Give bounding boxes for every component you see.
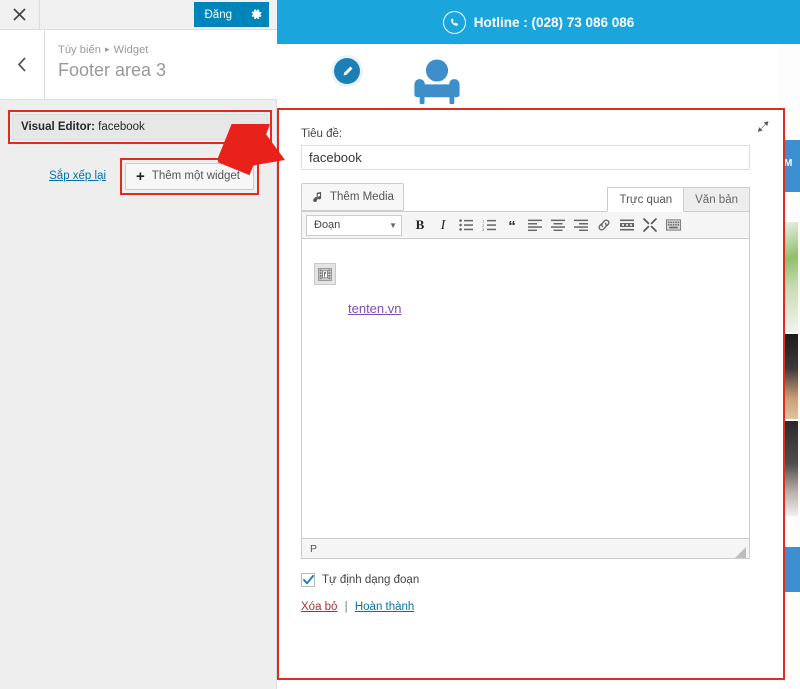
pencil-edit-icon[interactable]	[334, 58, 360, 84]
fullscreen-icon[interactable]	[639, 214, 661, 236]
add-media-label: Thêm Media	[330, 191, 394, 203]
numbered-list-icon[interactable]: 1 2 3	[478, 214, 500, 236]
breadcrumb-separator: ▸	[105, 44, 110, 54]
grip-glyph	[735, 547, 746, 558]
tab-visual[interactable]: Trực quan	[607, 187, 685, 212]
page-title: Footer area 3	[58, 60, 167, 80]
phone-icon	[442, 10, 466, 34]
read-more-icon[interactable]	[616, 214, 638, 236]
autoformat-checkbox[interactable]	[301, 573, 315, 587]
resize-handle-icon[interactable]	[753, 118, 773, 138]
resize-glyph	[757, 121, 769, 132]
tab-text[interactable]: Văn bản	[684, 187, 750, 212]
back-button[interactable]	[0, 30, 45, 99]
gear-icon[interactable]	[244, 2, 269, 27]
widget-name-label: facebook	[98, 121, 145, 133]
editor-toolbar: Đoạn ▼ B I 1 2 3 “	[301, 211, 750, 239]
customizer-sidebar: Đăng Tùy biến ▸ Widget Footer area 3 Vis…	[0, 0, 277, 689]
embed-glyph	[318, 267, 332, 281]
hotline-text: Hotline : (028) 73 086 086	[473, 14, 635, 30]
publish-button[interactable]: Đăng	[193, 2, 244, 27]
ul-glyph	[459, 219, 473, 231]
content-link[interactable]: tenten.vn	[348, 301, 402, 316]
bullet-list-icon[interactable]	[455, 214, 477, 236]
breadcrumb: Tùy biến ▸ Widget	[58, 44, 166, 56]
pencil-glyph	[343, 65, 353, 75]
armchair-logo-icon	[407, 58, 467, 113]
link-separator: |	[344, 601, 348, 613]
check-icon	[302, 575, 314, 585]
editor-wrap: Thêm Media Trực quan Văn bản Đoạn ▼ B I	[301, 183, 750, 613]
ol-glyph: 1 2 3	[482, 219, 496, 231]
chevron-left-small-icon[interactable]: ◂	[253, 122, 267, 133]
blockquote-icon[interactable]: “	[501, 212, 523, 238]
kb-glyph	[665, 219, 681, 231]
phone-glyph	[450, 17, 458, 26]
panel-header: Tùy biến ▸ Widget Footer area 3	[0, 30, 277, 100]
close-glyph	[13, 8, 26, 21]
autoformat-label: Tự định dạng đoạn	[322, 574, 420, 586]
publish-group: Đăng	[193, 2, 269, 27]
breadcrumb-root[interactable]: Tùy biến	[58, 44, 101, 56]
editor-content-area[interactable]: tenten.vn	[301, 239, 750, 539]
svg-text:3: 3	[482, 227, 485, 231]
element-path: P	[310, 542, 318, 555]
armchair-glyph	[414, 59, 460, 105]
align-left-icon[interactable]	[524, 214, 546, 236]
ar-glyph	[574, 219, 588, 231]
format-select-value: Đoạn	[314, 219, 341, 231]
widget-actions: Sắp xếp lại + Thêm một widget	[0, 157, 277, 195]
add-media-button[interactable]: Thêm Media	[301, 183, 404, 211]
ac-glyph	[551, 219, 565, 231]
insert-link-icon[interactable]	[593, 214, 615, 236]
widget-item-visual-editor[interactable]: Visual Editor: facebook ◂	[12, 114, 268, 140]
media-row: Thêm Media Trực quan Văn bản	[301, 183, 750, 212]
reorder-link[interactable]: Sắp xếp lại	[49, 170, 106, 182]
align-center-icon[interactable]	[547, 214, 569, 236]
gear-glyph	[251, 9, 262, 20]
widget-row-highlight: Visual Editor: facebook ◂	[8, 110, 272, 144]
toolbar-toggle-icon[interactable]	[662, 214, 684, 236]
al-glyph	[528, 219, 542, 231]
widget-type-label: Visual Editor:	[21, 121, 95, 133]
media-icon	[313, 191, 322, 202]
delete-link[interactable]: Xóa bỏ	[301, 601, 337, 613]
customizer-topbar: Đăng	[0, 0, 277, 30]
paragraph-format-select[interactable]: Đoạn ▼	[306, 214, 402, 236]
autoformat-row: Tự định dạng đoạn	[301, 573, 750, 587]
align-right-icon[interactable]	[570, 214, 592, 236]
hotline-bar: Hotline : (028) 73 086 086	[277, 0, 800, 44]
breadcrumb-current[interactable]: Widget	[114, 44, 149, 56]
chevron-left-icon	[17, 57, 26, 72]
editor-status-bar: P	[301, 539, 750, 559]
widget-item-label: Visual Editor: facebook	[13, 121, 253, 133]
resize-grip-icon[interactable]	[735, 545, 746, 558]
fs-glyph	[643, 218, 657, 232]
done-link[interactable]: Hoàn thành	[355, 601, 414, 613]
title-input[interactable]	[301, 145, 750, 170]
chevron-down-icon: ▼	[389, 220, 397, 230]
add-widget-button[interactable]: + Thêm một widget	[125, 162, 254, 190]
close-icon[interactable]	[0, 0, 40, 29]
widget-list: Visual Editor: facebook ◂ Sắp xếp lại + …	[0, 100, 277, 195]
add-widget-highlight: + Thêm một widget	[120, 157, 259, 195]
italic-icon[interactable]: I	[432, 214, 454, 236]
add-widget-label: Thêm một widget	[151, 170, 240, 182]
panel-header-text: Tùy biến ▸ Widget Footer area 3	[45, 30, 166, 99]
embed-placeholder-icon[interactable]	[314, 263, 336, 285]
more-glyph	[620, 219, 634, 231]
editor-action-links: Xóa bỏ | Hoàn thành	[301, 601, 750, 613]
link-glyph	[598, 219, 610, 231]
bold-icon[interactable]: B	[409, 214, 431, 236]
widget-editor-dialog: Tiêu đề: Thêm Media Trực quan Văn bản	[279, 110, 783, 678]
side-tab-label: M	[784, 158, 793, 169]
plus-icon: +	[136, 167, 145, 185]
widget-editor-highlight: Tiêu đề: Thêm Media Trực quan Văn bản	[277, 108, 785, 680]
editor-mode-tabs: Trực quan Văn bản	[607, 187, 750, 212]
title-label: Tiêu đề:	[301, 128, 343, 140]
